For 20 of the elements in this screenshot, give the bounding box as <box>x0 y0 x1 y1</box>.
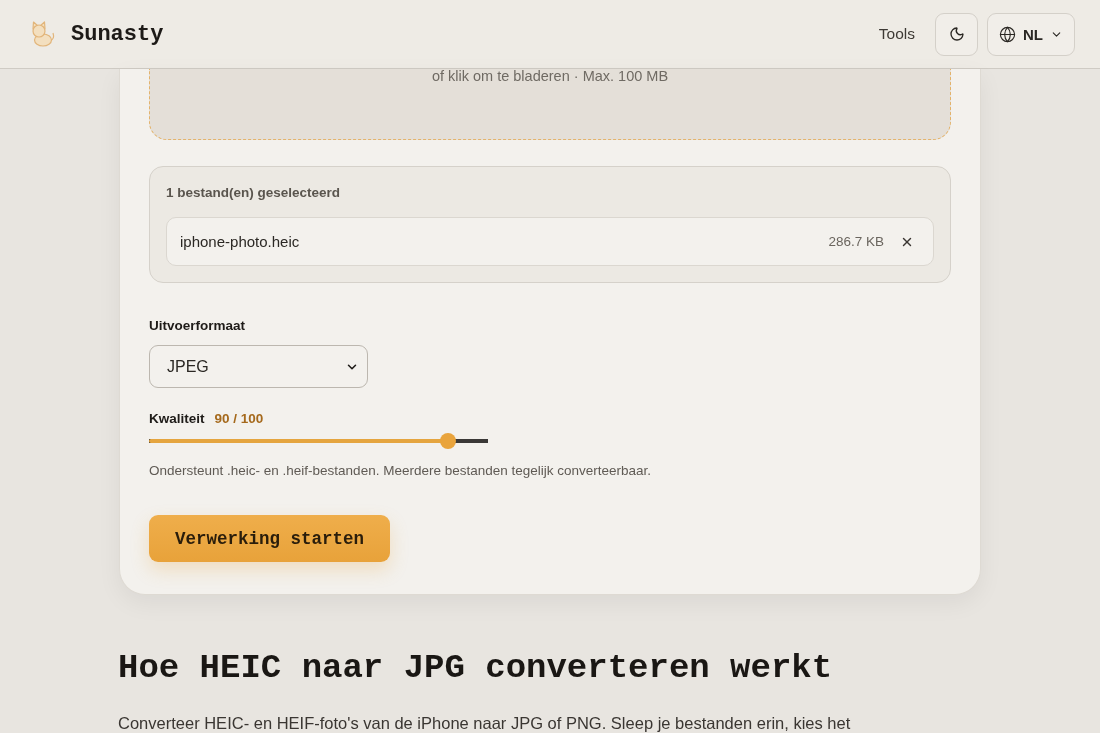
quality-label: Kwaliteit <box>149 411 205 427</box>
intro-paragraph: Converteer HEIC- en HEIF-foto's van de iPhone naar JPG of PNG. Sleep je bestanden erin, kies het <box>118 713 852 733</box>
format-label: Uitvoerformaat <box>149 318 247 334</box>
selected-files-count: 1 bestand(en) geselecteerd <box>166 185 342 201</box>
moon-icon <box>948 26 965 42</box>
theme-toggle-button[interactable] <box>935 12 978 56</box>
start-processing-button[interactable]: Verwerking starten <box>149 515 390 562</box>
file-size: 286.7 KB <box>828 234 884 249</box>
globe-icon <box>999 25 1016 43</box>
quality-slider-thumb[interactable] <box>439 433 456 449</box>
tools-link[interactable]: Tools <box>878 25 915 43</box>
language-button[interactable]: NL <box>987 12 1075 56</box>
site-name[interactable]: Sunasty <box>71 21 164 47</box>
drop-zone[interactable]: of klik om te bladeren · Max. 100 MB <box>149 69 951 140</box>
section-heading: Hoe HEIC naar JPG converteren werkt <box>118 648 834 688</box>
quality-value: 90 / 100 <box>214 411 264 427</box>
format-help-text: Ondersteunt .heic- en .heif-bestanden. Meerdere bestanden tegelijk converteerbaar. <box>149 463 653 479</box>
file-name: iphone-photo.heic <box>180 233 301 250</box>
drop-zone-hint: of klik om te bladeren · Max. 100 MB <box>431 69 669 83</box>
format-select[interactable]: JPEG <box>149 345 368 388</box>
